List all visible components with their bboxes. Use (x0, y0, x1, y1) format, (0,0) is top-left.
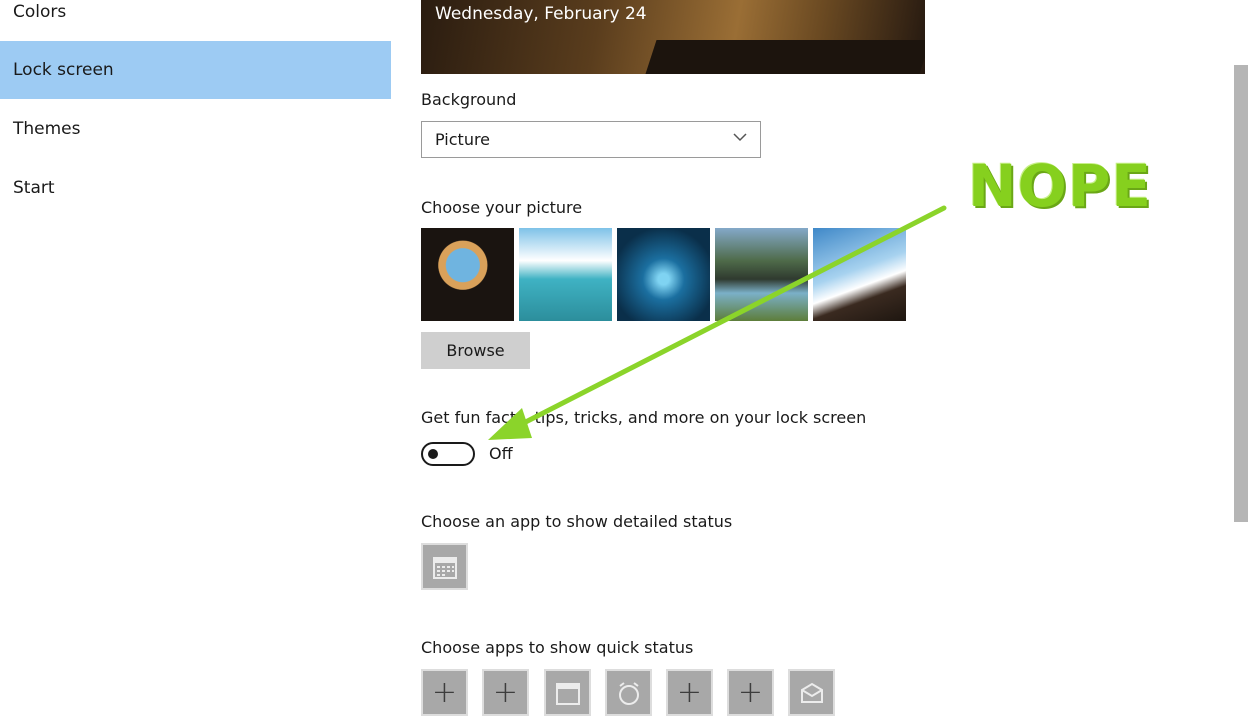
picture-thumbnail[interactable] (421, 228, 514, 321)
quick-status-mail-button[interactable] (788, 669, 835, 716)
quick-status-calendar-button[interactable] (544, 669, 591, 716)
preview-date: Wednesday, February 24 (435, 4, 647, 24)
choose-picture-label: Choose your picture (421, 198, 583, 217)
sidebar-item-label: Start (13, 178, 55, 198)
vertical-scrollbar[interactable] (1234, 65, 1248, 522)
quick-status-add-button[interactable]: + (727, 669, 774, 716)
plus-icon: + (431, 674, 458, 710)
picture-thumbnail[interactable] (519, 228, 612, 321)
detailed-status-app-button[interactable] (421, 543, 468, 590)
chevron-down-icon (733, 133, 747, 142)
fun-facts-label: Get fun facts, tips, tricks, and more on… (421, 408, 867, 427)
detailed-status-label: Choose an app to show detailed status (421, 512, 733, 531)
calendar-icon (432, 556, 457, 579)
quick-status-add-button[interactable]: + (421, 669, 468, 716)
plus-icon: + (492, 674, 519, 710)
settings-sidebar: Colors Lock screen Themes Start (0, 0, 391, 700)
sidebar-item-label: Themes (13, 119, 81, 139)
nope-annotation: NOPE (968, 152, 1152, 220)
sidebar-item-themes[interactable]: Themes (0, 100, 391, 158)
picture-thumbnail[interactable] (715, 228, 808, 321)
preview-shadow (645, 40, 925, 74)
plus-icon: + (676, 674, 703, 710)
quick-status-alarm-button[interactable] (605, 669, 652, 716)
toggle-state-text: Off (489, 444, 513, 463)
plus-icon: + (737, 674, 764, 710)
background-label: Background (421, 90, 517, 109)
sidebar-item-label: Colors (13, 2, 67, 22)
picture-thumbnail[interactable] (813, 228, 906, 321)
quick-status-label: Choose apps to show quick status (421, 638, 694, 657)
alarm-clock-icon (618, 681, 639, 705)
browse-button[interactable]: Browse (421, 332, 530, 369)
background-dropdown-value: Picture (435, 130, 491, 149)
sidebar-item-colors[interactable]: Colors (0, 0, 391, 41)
sidebar-item-lock-screen[interactable]: Lock screen (0, 41, 391, 99)
calendar-icon (555, 682, 580, 705)
picture-thumbnail[interactable] (617, 228, 710, 321)
lock-screen-preview: Wednesday, February 24 (421, 0, 925, 74)
toggle-knob (428, 449, 438, 459)
fun-facts-toggle[interactable] (421, 442, 475, 466)
sidebar-item-start[interactable]: Start (0, 159, 391, 217)
background-dropdown[interactable]: Picture (421, 121, 761, 158)
mail-icon (800, 682, 823, 703)
quick-status-add-button[interactable]: + (482, 669, 529, 716)
sidebar-item-label: Lock screen (13, 60, 114, 80)
quick-status-add-button[interactable]: + (666, 669, 713, 716)
